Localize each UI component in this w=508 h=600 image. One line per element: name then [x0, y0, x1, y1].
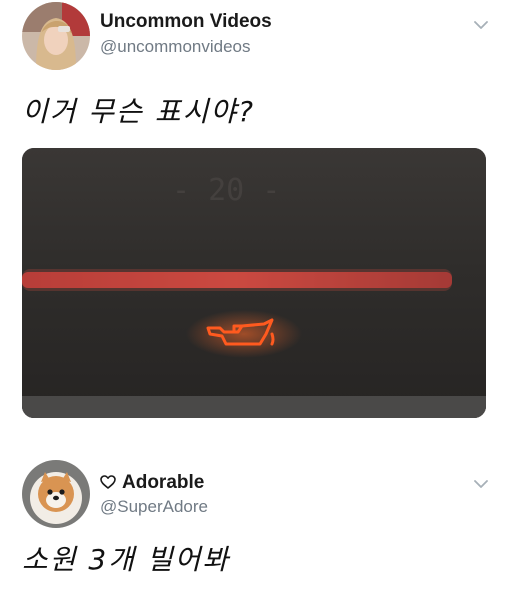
tweet-media[interactable]: - 20 - — [22, 148, 486, 418]
avatar[interactable] — [22, 2, 90, 70]
dashboard-photo: - 20 - — [22, 148, 486, 418]
svg-text:- 20 -: - 20 - — [172, 173, 280, 208]
author-handle[interactable]: @uncommonvideos — [100, 37, 251, 57]
author-name[interactable]: Adorable — [100, 472, 204, 494]
tweet-text: 이거 무슨 표시야? — [22, 95, 255, 128]
avatar-image — [22, 460, 90, 528]
author-handle[interactable]: @SuperAdore — [100, 497, 208, 517]
avatar[interactable] — [22, 460, 90, 528]
tweet: Adorable @SuperAdore 소원 3개 빌어봐 — [0, 448, 508, 600]
heart-outline-icon — [100, 475, 116, 489]
tweet: Uncommon Videos @uncommonvideos 이거 무슨 표시… — [0, 0, 508, 440]
author-name[interactable]: Uncommon Videos — [100, 11, 272, 33]
chevron-down-icon[interactable] — [474, 479, 488, 489]
tweet-text: 소원 3개 빌어봐 — [22, 543, 231, 576]
chevron-down-icon[interactable] — [474, 20, 488, 30]
avatar-image — [22, 2, 90, 70]
author-name-text: Adorable — [122, 472, 205, 493]
